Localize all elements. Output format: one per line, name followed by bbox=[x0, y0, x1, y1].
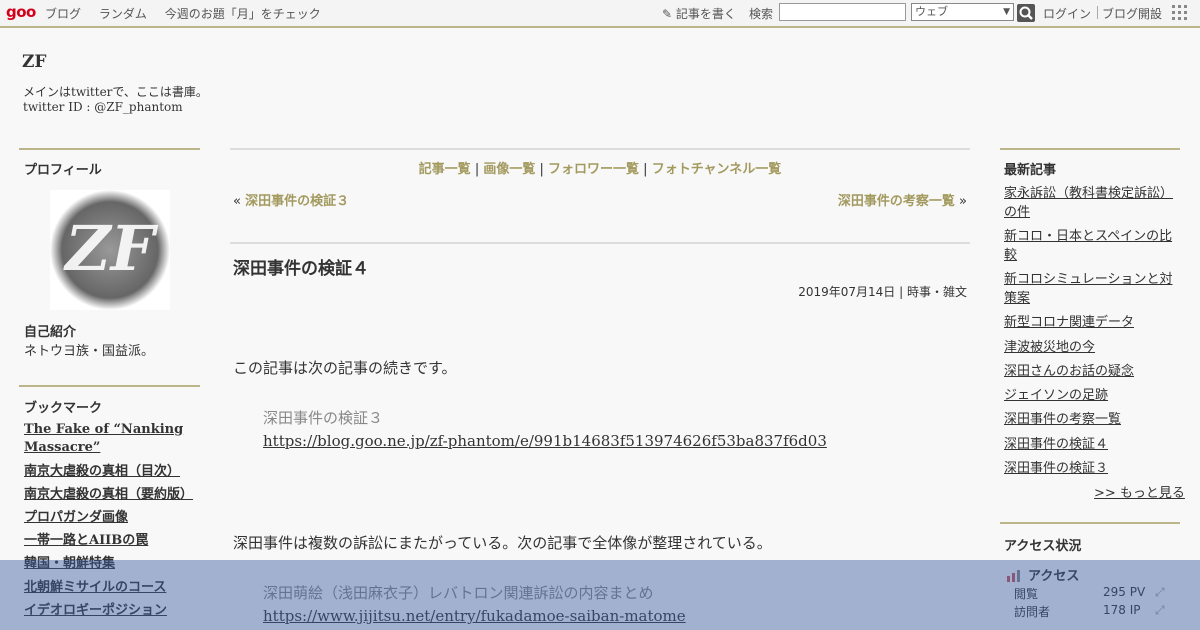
site-twitter-id: twitter ID : @ZF_phantom bbox=[23, 100, 183, 114]
site-title[interactable]: ZF bbox=[22, 52, 46, 72]
top-nav: ブログ ランダム 今週のお題「月」をチェック bbox=[45, 5, 335, 22]
nav-article-list[interactable]: 記事一覧 bbox=[419, 162, 471, 177]
recent-item[interactable]: 新コロシミュレーションと対策案 bbox=[1004, 270, 1176, 308]
nav-blog[interactable]: ブログ bbox=[45, 7, 81, 21]
article-date: 2019年07月14日 bbox=[798, 285, 896, 299]
bookmark-item[interactable]: 南京大虐殺の真相（目次） bbox=[24, 463, 194, 481]
bookmark-item[interactable]: 一帯一路とAIIBの罠 bbox=[24, 532, 194, 550]
divider bbox=[230, 148, 970, 150]
bookmark-item[interactable]: 南京大虐殺の真相（要約版） bbox=[24, 486, 194, 504]
blog-start-link[interactable]: ブログ開設 bbox=[1102, 5, 1162, 22]
bookmark-item[interactable]: 北朝鮮ミサイルのコース bbox=[24, 579, 194, 597]
bookmark-item[interactable]: プロパガンダ画像 bbox=[24, 509, 194, 527]
bookmark-item[interactable]: The Fake of “Nanking Massacre” bbox=[24, 421, 194, 457]
quote-link[interactable]: https://www.jijitsu.net/entry/fukadamoe-… bbox=[263, 607, 686, 625]
avatar[interactable]: ZF bbox=[50, 190, 170, 310]
access-heading: アクセス bbox=[1028, 569, 1080, 584]
access-chart-icon bbox=[1006, 567, 1022, 582]
visitors-label: 訪問者 bbox=[1014, 605, 1051, 619]
quote-link[interactable]: https://blog.goo.ne.jp/zf-phantom/e/991b… bbox=[263, 432, 827, 450]
trend-icon[interactable]: ⤢ bbox=[1155, 603, 1165, 618]
recent-title: 最新記事 bbox=[1004, 163, 1057, 178]
article-title[interactable]: 深田事件の検証４ bbox=[233, 254, 369, 279]
visitors-value: 178 IP bbox=[1103, 603, 1141, 617]
svg-text:ZF: ZF bbox=[62, 212, 158, 285]
divider bbox=[1097, 6, 1098, 19]
recent-item[interactable]: 深田さんのお話の疑念 bbox=[1004, 362, 1176, 381]
avatar-image: ZF bbox=[50, 190, 170, 310]
recent-item[interactable]: 深田事件の考察一覧 bbox=[1004, 410, 1176, 429]
article-paragraph: この記事は次の記事の続きです。 bbox=[233, 359, 457, 377]
next-post-link[interactable]: 深田事件の考察一覧 bbox=[838, 194, 955, 209]
prev-next-nav: « 深田事件の検証３ 深田事件の考察一覧 » bbox=[233, 190, 967, 209]
divider bbox=[1000, 522, 1180, 524]
recent-item[interactable]: 深田事件の検証４ bbox=[1004, 435, 1176, 454]
views-value: 295 PV bbox=[1103, 585, 1146, 599]
article-paragraph: 深田事件は複数の訴訟にまたがっている。次の記事で全体像が整理されている。 bbox=[233, 534, 772, 552]
site-description: メインはtwitterで、ここは書庫。 bbox=[23, 85, 208, 99]
top-bar: goo ブログ ランダム 今週のお題「月」をチェック ✎ 記事を書く 検索 ウェ… bbox=[0, 0, 1200, 28]
search-button[interactable] bbox=[1017, 4, 1035, 22]
recent-item[interactable]: 家永訴訟（教科書検定訴訟）の件 bbox=[1004, 184, 1176, 222]
pencil-icon: ✎ bbox=[662, 7, 673, 21]
trend-icon[interactable]: ⤢ bbox=[1155, 585, 1165, 600]
prev-post: « 深田事件の検証３ bbox=[233, 194, 350, 209]
article-meta: 2019年07月14日 | 時事・雑文 bbox=[798, 285, 967, 299]
access-title: アクセス状況 bbox=[1004, 539, 1082, 554]
article-category[interactable]: 時事・雑文 bbox=[907, 285, 967, 299]
recent-item[interactable]: ジェイソンの足跡 bbox=[1004, 386, 1176, 405]
more-link[interactable]: >> もっと見る bbox=[1094, 482, 1185, 501]
quote-title: 深田萌絵（浅田麻衣子）レバトロン関連訴訟の内容まとめ bbox=[263, 584, 654, 602]
intro-heading: 自己紹介 bbox=[24, 325, 77, 340]
search-input[interactable] bbox=[779, 3, 906, 21]
write-post-link[interactable]: ✎ 記事を書く bbox=[662, 5, 736, 22]
bookmark-item[interactable]: 韓国・朝鮮特集 bbox=[24, 555, 194, 573]
divider bbox=[1000, 148, 1180, 150]
views-label: 閲覧 bbox=[1014, 587, 1039, 601]
search-label: 検索 bbox=[749, 7, 774, 21]
login-link[interactable]: ログイン bbox=[1043, 5, 1091, 22]
bookmark-item[interactable]: イデオロギーポジション bbox=[24, 602, 194, 620]
write-post-label: 記事を書く bbox=[675, 7, 736, 21]
quote-title: 深田事件の検証３ bbox=[263, 409, 384, 427]
divider bbox=[19, 385, 200, 387]
nav-follower-list[interactable]: フォロワー一覧 bbox=[548, 162, 639, 177]
recent-item[interactable]: 深田事件の検証３ bbox=[1004, 459, 1176, 478]
prev-post-link[interactable]: 深田事件の検証３ bbox=[245, 194, 349, 209]
apps-grid-icon[interactable] bbox=[1172, 5, 1188, 21]
nav-random[interactable]: ランダム bbox=[99, 7, 147, 21]
divider bbox=[19, 148, 200, 150]
nav-weekly-topic[interactable]: 今週のお題「月」をチェック bbox=[165, 7, 321, 21]
nav-image-list[interactable]: 画像一覧 bbox=[483, 162, 535, 177]
search-icon bbox=[1019, 6, 1033, 20]
divider bbox=[230, 242, 970, 244]
goo-logo[interactable]: goo bbox=[6, 3, 36, 21]
article-nav: 記事一覧 | 画像一覧 | フォロワー一覧 | フォトチャンネル一覧 bbox=[418, 162, 782, 177]
chevron-down-icon: ▼ bbox=[1003, 7, 1010, 17]
recent-item[interactable]: 新型コロナ関連データ bbox=[1004, 313, 1176, 332]
search-scope-value: ウェブ bbox=[915, 5, 948, 18]
nav-photo-channel-list[interactable]: フォトチャンネル一覧 bbox=[652, 162, 782, 177]
recent-item[interactable]: 新コロ・日本とスペインの比較 bbox=[1004, 227, 1176, 265]
search-scope-select[interactable]: ウェブ ▼ bbox=[911, 3, 1014, 21]
next-post: 深田事件の考察一覧 » bbox=[837, 194, 967, 209]
profile-title: プロフィール bbox=[24, 163, 102, 178]
bookmark-title: ブックマーク bbox=[24, 401, 103, 416]
recent-item[interactable]: 津波被災地の今 bbox=[1004, 338, 1176, 357]
intro-text: ネトウヨ族・国益派。 bbox=[24, 344, 155, 359]
